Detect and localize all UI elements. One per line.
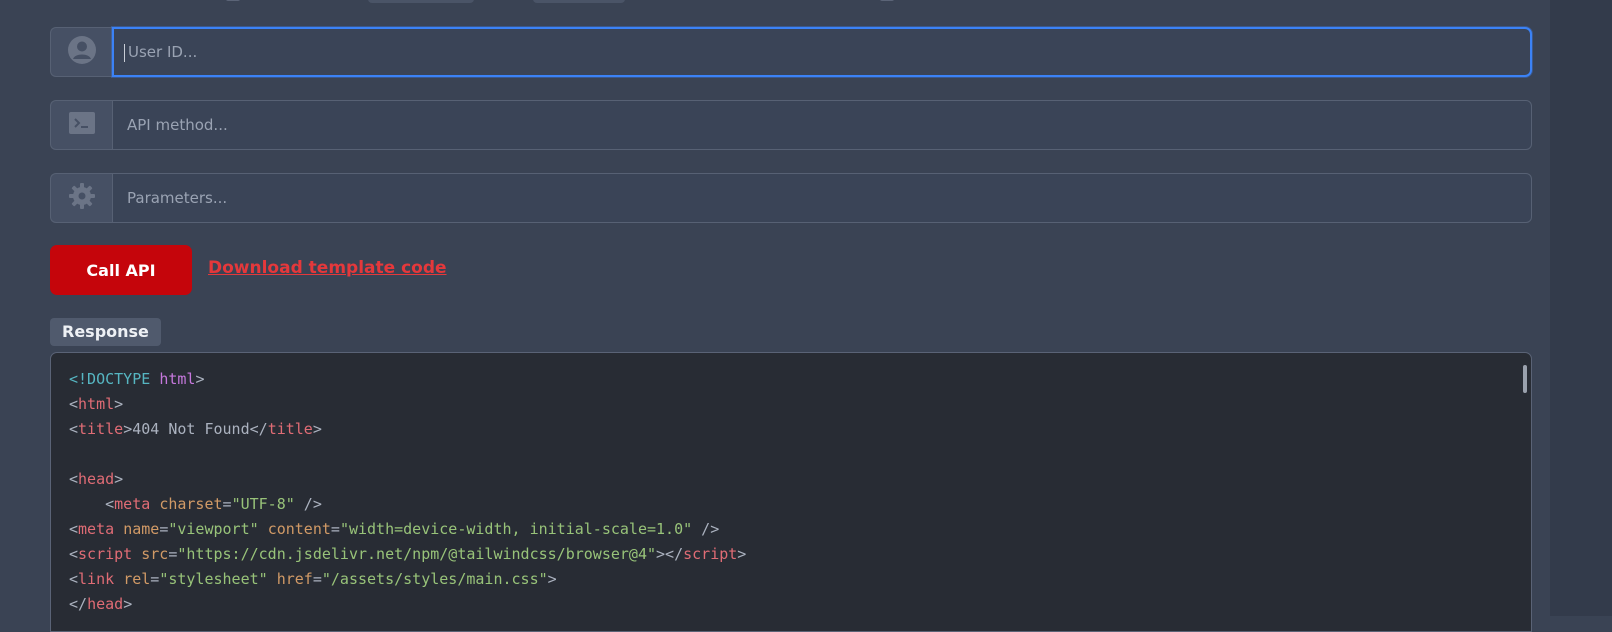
code-token: = (222, 495, 232, 513)
code-token: meta (114, 495, 151, 513)
api-method-prefix (50, 100, 112, 150)
code-token: </ (249, 420, 268, 438)
code-token: = (330, 520, 340, 538)
response-label: Response (50, 318, 161, 346)
parameters-field (50, 173, 1532, 223)
code-token: < (69, 395, 79, 413)
code-token: < (69, 470, 79, 488)
download-template-link[interactable]: Download template code (208, 258, 447, 278)
cut-off-text (880, 0, 894, 1)
code-token: href (276, 570, 313, 588)
code-token: > (312, 420, 322, 438)
code-token: "viewport" (168, 520, 259, 538)
code-token: "/assets/styles/main.css" (321, 570, 548, 588)
user-id-field (50, 27, 1532, 77)
code-token: html (159, 370, 196, 388)
code-line: <link rel="stylesheet" href="/assets/sty… (69, 567, 746, 592)
code-token: script (78, 545, 133, 563)
cut-off-badge (368, 0, 474, 3)
api-method-input[interactable] (112, 100, 1532, 150)
code-token: > (195, 370, 205, 388)
response-code-box[interactable]: <!DOCTYPE html> <html> <title>404 Not Foun… (50, 352, 1532, 632)
code-token: src (141, 545, 169, 563)
cut-off-header (0, 0, 1612, 4)
code-line: </head> (69, 592, 746, 617)
code-token: rel (123, 570, 151, 588)
user-circle-icon (67, 35, 97, 69)
code-token: charset (159, 495, 223, 513)
right-panel-edge (1550, 0, 1612, 616)
code-token: > (114, 395, 124, 413)
code-line: <title>404 Not Found</title> (69, 417, 746, 442)
code-token: = (312, 570, 322, 588)
code-token: = (150, 570, 160, 588)
code-token: < (69, 545, 79, 563)
code-token: < (69, 520, 79, 538)
code-token: < (69, 495, 115, 513)
code-token: script (683, 545, 738, 563)
code-token: html (78, 395, 115, 413)
code-token: "stylesheet" (159, 570, 268, 588)
code-token: title (267, 420, 313, 438)
code-token: /> (692, 520, 720, 538)
code-line: <script src="https://cdn.jsdelivr.net/np… (69, 542, 746, 567)
user-id-input[interactable] (112, 27, 1532, 77)
code-token: </ (69, 595, 88, 613)
code-token: "https://cdn.jsdelivr.net/npm/@tailwindc… (177, 545, 657, 563)
code-token: > (123, 595, 133, 613)
code-token: title (78, 420, 124, 438)
scrollbar-thumb[interactable] (1523, 365, 1527, 393)
terminal-icon (68, 112, 95, 138)
code-token: meta (78, 520, 115, 538)
code-token: 404 Not Found (132, 420, 250, 438)
cut-off-badge (533, 0, 625, 3)
code-token: > (123, 420, 133, 438)
code-line: <html> (69, 392, 746, 417)
code-token: head (87, 595, 124, 613)
code-line: <meta name="viewport" content="width=dev… (69, 517, 746, 542)
gear-icon (68, 182, 96, 214)
code-token: "UTF-8" (231, 495, 295, 513)
parameters-prefix (50, 173, 112, 223)
code-token: < (69, 420, 79, 438)
code-token: head (78, 470, 115, 488)
code-token: "width=device-width, initial-scale=1.0" (339, 520, 693, 538)
call-api-button[interactable]: Call API (50, 245, 192, 295)
code-token: /> (294, 495, 322, 513)
code-token: > (547, 570, 557, 588)
user-id-prefix (50, 27, 112, 77)
api-method-field (50, 100, 1532, 150)
parameters-input[interactable] (112, 173, 1532, 223)
code-token: < (69, 570, 79, 588)
code-token: = (159, 520, 169, 538)
code-token: > (114, 470, 124, 488)
response-code: <!DOCTYPE html> <html> <title>404 Not Foun… (69, 367, 746, 617)
code-line: <meta charset="UTF-8" /> (69, 492, 746, 517)
cut-off-text (226, 0, 240, 1)
code-line: <head> (69, 467, 746, 492)
code-line: <!DOCTYPE html> (69, 367, 746, 392)
code-token: <!DOCTYPE (69, 370, 160, 388)
code-token: content (267, 520, 331, 538)
code-token: link (78, 570, 115, 588)
code-token: > (737, 545, 747, 563)
text-caret (124, 44, 125, 62)
code-token: ></ (656, 545, 684, 563)
code-token: name (123, 520, 160, 538)
